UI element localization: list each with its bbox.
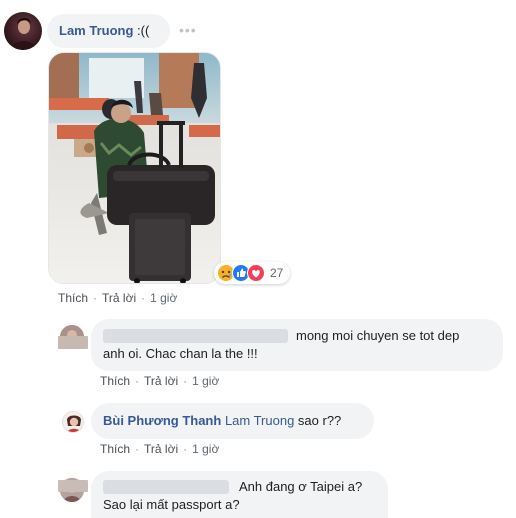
redacted-author-name bbox=[103, 480, 229, 494]
separator-dot: · bbox=[183, 374, 188, 388]
reply-bubble: Bùi Phương Thanh Lam Truong sao r?? bbox=[91, 403, 374, 439]
like-link[interactable]: Thích bbox=[100, 442, 130, 456]
reply-bubble: mong moi chuyen se tot dep anh oi. Chac … bbox=[91, 319, 503, 371]
more-options-icon[interactable]: ••• bbox=[179, 22, 197, 38]
avatar-photo bbox=[12, 18, 36, 50]
avatar-photo bbox=[63, 412, 83, 432]
comment-actions: Thích · Trả lời · 1 giờ bbox=[58, 291, 177, 305]
reply-text-line1: Anh đang ơ Taipei a? bbox=[239, 479, 363, 494]
comment-author[interactable]: Lam Truong bbox=[59, 23, 133, 38]
separator-dot: · bbox=[135, 374, 140, 388]
reply-time[interactable]: 1 giờ bbox=[192, 442, 219, 456]
like-link[interactable]: Thích bbox=[100, 374, 130, 388]
love-reaction-icon bbox=[247, 264, 265, 282]
reactions-summary[interactable]: 27 bbox=[214, 262, 290, 284]
airport-photo bbox=[49, 53, 220, 283]
reply-bubble: Anh đang ơ Taipei a? Sao lại mất passpor… bbox=[91, 471, 388, 518]
reply-actions: Thích · Trả lời · 1 giờ bbox=[100, 374, 219, 388]
comment-time[interactable]: 1 giờ bbox=[150, 291, 177, 305]
comment-text: :(( bbox=[133, 23, 150, 38]
avatar-lam-truong[interactable] bbox=[4, 12, 42, 50]
reply-link[interactable]: Trả lời bbox=[144, 442, 178, 456]
reply-link[interactable]: Trả lời bbox=[102, 291, 136, 305]
separator-dot: · bbox=[141, 291, 146, 305]
reply-actions: Thích · Trả lời · 1 giờ bbox=[100, 442, 219, 456]
reply-text-line2: Sao lại mất passport a? bbox=[103, 497, 240, 512]
reply-link[interactable]: Trả lời bbox=[144, 374, 178, 388]
separator-dot: · bbox=[135, 442, 140, 456]
reply-text: sao r?? bbox=[294, 413, 342, 428]
reactions-count: 27 bbox=[270, 266, 284, 280]
reply-mention[interactable]: Lam Truong bbox=[225, 413, 294, 428]
separator-dot: · bbox=[93, 291, 98, 305]
redacted-avatar-overlay bbox=[58, 480, 88, 492]
reply-text-line1: mong moi chuyen se tot dep bbox=[296, 328, 460, 343]
reply-author[interactable]: Bùi Phương Thanh bbox=[103, 413, 221, 428]
comment-bubble: Lam Truong :(( bbox=[47, 14, 170, 48]
reply-text-line2: anh oi. Chac chan la the !!! bbox=[103, 346, 258, 361]
comment-photo[interactable] bbox=[48, 52, 221, 284]
reply-time[interactable]: 1 giờ bbox=[192, 374, 219, 388]
like-link[interactable]: Thích bbox=[58, 291, 88, 305]
redacted-author-name bbox=[103, 329, 288, 343]
redacted-avatar-overlay bbox=[58, 336, 88, 349]
separator-dot: · bbox=[183, 442, 188, 456]
avatar-bui-phuong-thanh[interactable] bbox=[62, 411, 84, 433]
